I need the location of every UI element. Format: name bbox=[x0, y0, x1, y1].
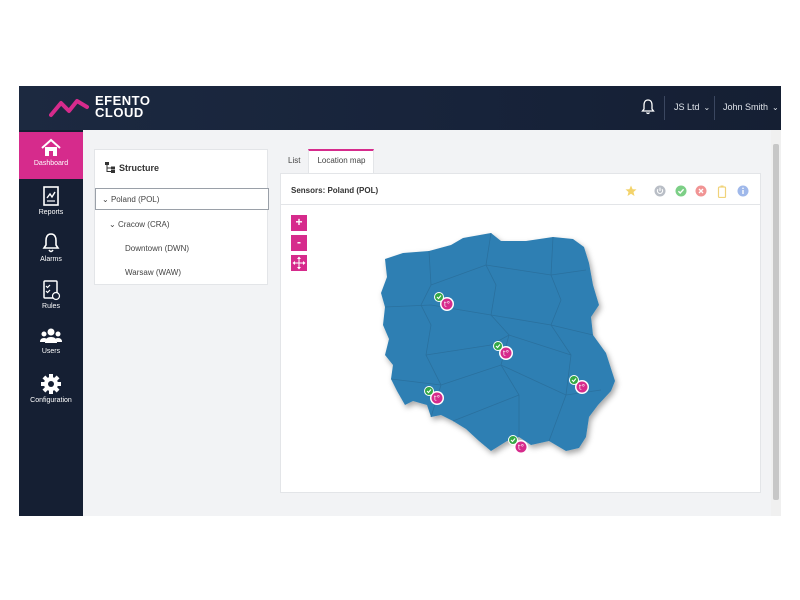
nav-reports-label: Reports bbox=[38, 209, 64, 216]
star-icon[interactable] bbox=[625, 185, 637, 197]
user-menu[interactable]: John Smith ⌄ bbox=[723, 102, 779, 112]
info-icon[interactable] bbox=[737, 185, 749, 197]
nav-reports[interactable]: Reports bbox=[19, 179, 83, 226]
structure-title: Structure bbox=[105, 162, 159, 173]
chevron-down-icon: ⌄ bbox=[102, 195, 109, 204]
tab-list[interactable]: List bbox=[280, 149, 308, 173]
logo[interactable]: EFENTO CLOUD bbox=[49, 94, 151, 120]
header-separator bbox=[664, 96, 665, 120]
users-icon bbox=[40, 328, 62, 343]
tree-item-label: Poland (POL) bbox=[110, 195, 160, 204]
nav-rules[interactable]: Rules bbox=[19, 273, 83, 320]
logo-mark-icon bbox=[49, 99, 89, 117]
home-icon bbox=[41, 138, 61, 156]
power-icon[interactable] bbox=[654, 185, 666, 197]
sidebar: Dashboard Reports Alarms Rules Users Con… bbox=[19, 130, 83, 516]
nav-rules-label: Rules bbox=[42, 303, 60, 310]
tree-item-cracow[interactable]: ⌄ Cracow (CRA) bbox=[109, 220, 170, 229]
map-panel: Sensors: Poland (POL) + - t° t° t° t° t° bbox=[280, 173, 761, 493]
tree-item-poland[interactable]: ⌄ Poland (POL) bbox=[95, 188, 269, 210]
country-map[interactable]: t° t° t° t° t° bbox=[281, 205, 760, 492]
gear-icon bbox=[41, 374, 61, 394]
rules-icon bbox=[43, 280, 61, 301]
company-selector[interactable]: JS Ltd ⌄ bbox=[674, 102, 710, 112]
nav-dashboard[interactable]: Dashboard bbox=[19, 132, 83, 179]
nav-users[interactable]: Users bbox=[19, 320, 83, 367]
tree-item-label: Cracow (CRA) bbox=[117, 220, 170, 229]
error-icon[interactable] bbox=[695, 185, 707, 197]
chevron-down-icon: ⌄ bbox=[703, 102, 711, 112]
nav-alarms[interactable]: Alarms bbox=[19, 226, 83, 273]
map-title: Sensors: Poland (POL) bbox=[291, 186, 379, 195]
bell-icon bbox=[42, 233, 60, 253]
chevron-down-icon: ⌄ bbox=[772, 102, 779, 112]
notifications-bell-icon[interactable] bbox=[641, 99, 655, 120]
header-separator bbox=[714, 96, 715, 120]
nav-alarms-label: Alarms bbox=[40, 256, 62, 263]
structure-panel: Structure ⌄ Poland (POL) ⌄ Cracow (CRA) … bbox=[94, 149, 269, 285]
battery-icon[interactable] bbox=[717, 185, 727, 198]
top-bar: EFENTO CLOUD JS Ltd ⌄ John Smith ⌄ bbox=[19, 86, 781, 130]
nav-configuration-label: Configuration bbox=[30, 397, 72, 404]
user-name: John Smith bbox=[723, 102, 769, 112]
app-window: EFENTO CLOUD JS Ltd ⌄ John Smith ⌄ Dashb… bbox=[19, 86, 781, 516]
nav-dashboard-label: Dashboard bbox=[33, 160, 69, 167]
structure-title-text: Structure bbox=[119, 162, 160, 173]
chevron-down-icon: ⌄ bbox=[109, 220, 116, 229]
logo-text-line2: CLOUD bbox=[95, 105, 144, 120]
svg-text:t°: t° bbox=[434, 395, 440, 403]
nav-users-label: Users bbox=[41, 348, 61, 355]
company-name: JS Ltd bbox=[674, 102, 700, 112]
svg-text:t°: t° bbox=[444, 301, 450, 309]
svg-text:t°: t° bbox=[503, 350, 509, 358]
tree-item-label: Warsaw (WAW) bbox=[125, 268, 181, 277]
tree-icon bbox=[105, 162, 115, 173]
view-tabs: List Location map bbox=[280, 149, 375, 173]
tree-item-label: Downtown (DWN) bbox=[125, 244, 190, 253]
check-icon[interactable] bbox=[675, 185, 687, 197]
svg-text:t°: t° bbox=[579, 384, 585, 392]
tree-item-warsaw[interactable]: Warsaw (WAW) bbox=[125, 268, 181, 277]
map-header: Sensors: Poland (POL) bbox=[281, 174, 760, 205]
tree-item-downtown[interactable]: Downtown (DWN) bbox=[125, 244, 189, 253]
report-icon bbox=[43, 186, 59, 206]
tab-location-map[interactable]: Location map bbox=[308, 149, 375, 173]
nav-configuration[interactable]: Configuration bbox=[19, 367, 83, 414]
svg-text:t°: t° bbox=[518, 444, 524, 452]
scrollbar-thumb[interactable] bbox=[773, 144, 779, 500]
